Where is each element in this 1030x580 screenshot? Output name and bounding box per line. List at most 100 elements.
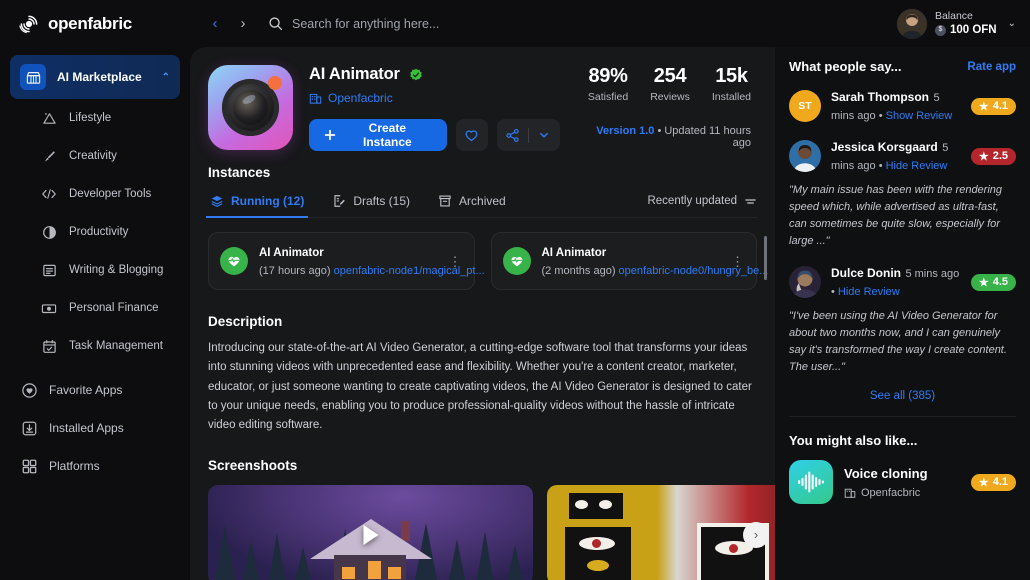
screenshot-thumbnail[interactable] bbox=[547, 485, 775, 580]
sidebar-item-lifestyle[interactable]: Lifestyle bbox=[30, 99, 180, 137]
publisher-link[interactable]: Openfacbric bbox=[309, 91, 560, 105]
stat-satisfied: 89% Satisfied bbox=[588, 65, 628, 103]
avatar bbox=[789, 140, 821, 172]
rating-value: 4.5 bbox=[993, 276, 1008, 288]
rating-value: 4.1 bbox=[993, 476, 1008, 488]
tab-label: Running (12) bbox=[231, 194, 304, 208]
toggle-review-link[interactable]: Hide Review bbox=[838, 286, 900, 298]
publisher-name: Openfacbric bbox=[328, 91, 393, 105]
star-icon: ★ bbox=[979, 276, 989, 289]
reviewer-name: Sarah Thompson bbox=[831, 90, 929, 104]
sidebar-item-productivity[interactable]: Productivity bbox=[30, 213, 180, 251]
tab-running[interactable]: Running (12) bbox=[208, 194, 306, 217]
stat-value: 15k bbox=[712, 65, 751, 88]
avatar: ST bbox=[789, 90, 821, 122]
divider bbox=[789, 416, 1016, 417]
toggle-review-link[interactable]: Hide Review bbox=[886, 160, 948, 172]
updated-text: • Updated 11 hours ago bbox=[654, 125, 751, 149]
balance-widget[interactable]: Balance $ 100 OFN ⌄ bbox=[897, 9, 1030, 39]
see-all-reviews-link[interactable]: See all (385) bbox=[789, 390, 1016, 402]
heart-circle-icon bbox=[20, 381, 38, 399]
reviews-title: What people say... bbox=[789, 59, 901, 74]
toggle-review-link[interactable]: Show Review bbox=[886, 110, 953, 122]
heartbeat-icon bbox=[220, 247, 248, 275]
rating-value: 4.1 bbox=[993, 100, 1008, 112]
forward-arrow-icon[interactable]: › bbox=[234, 15, 252, 33]
rating-value: 2.5 bbox=[993, 150, 1008, 162]
app-name: Voice cloning bbox=[844, 466, 928, 481]
review-meta: Dulce Donin 5 mins ago • Hide Review bbox=[831, 264, 961, 300]
balance-label: Balance bbox=[935, 10, 997, 23]
code-brackets-icon bbox=[40, 185, 58, 203]
window-shape bbox=[388, 567, 401, 579]
sort-label: Recently updated bbox=[647, 195, 737, 207]
instance-card[interactable]: AI Animator (2 months ago) openfabric-no… bbox=[491, 232, 758, 290]
chevron-down-icon bbox=[538, 129, 550, 141]
instance-node-link[interactable]: openfabric-node0/hungry_be... bbox=[619, 265, 769, 277]
tab-archived[interactable]: Archived bbox=[436, 194, 508, 217]
instance-card[interactable]: AI Animator (17 hours ago) openfabric-no… bbox=[208, 232, 475, 290]
sidebar-item-developer-tools[interactable]: Developer Tools bbox=[30, 175, 180, 213]
fingerprint-spiral-icon bbox=[18, 13, 40, 35]
sidebar-item-label: Personal Finance bbox=[69, 302, 159, 314]
instances-scrollbar[interactable] bbox=[764, 236, 767, 280]
paintbrush-icon bbox=[40, 147, 58, 165]
balance-amount: $ 100 OFN bbox=[935, 23, 997, 37]
sort-lines-icon bbox=[744, 195, 757, 208]
stat-label: Satisfied bbox=[588, 91, 628, 103]
clock-half-icon bbox=[40, 223, 58, 241]
rate-app-link[interactable]: Rate app bbox=[967, 61, 1016, 73]
article-icon bbox=[40, 261, 58, 279]
sidebar-item-task-management[interactable]: Task Management bbox=[30, 327, 180, 365]
version-link[interactable]: Version 1.0 bbox=[596, 125, 654, 137]
chevron-up-icon[interactable]: ⌃ bbox=[162, 72, 170, 83]
screenshot-thumbnail[interactable] bbox=[208, 485, 533, 580]
sidebar-item-platforms[interactable]: Platforms bbox=[10, 447, 180, 485]
building-icon bbox=[844, 487, 856, 499]
abstract-body-shape bbox=[565, 527, 631, 580]
sidebar-item-personal-finance[interactable]: Personal Finance bbox=[30, 289, 180, 327]
user-avatar[interactable] bbox=[897, 9, 927, 39]
sidebar-item-installed-apps[interactable]: Installed Apps bbox=[10, 409, 180, 447]
sidebar-item-favorite-apps[interactable]: Favorite Apps bbox=[10, 371, 180, 409]
sort-control[interactable]: Recently updated bbox=[647, 195, 757, 217]
more-options-button[interactable] bbox=[529, 129, 560, 141]
app-root: openfabric ‹ › bbox=[0, 0, 1030, 580]
app-info: AI Animator bbox=[309, 65, 560, 151]
balance-chevron-down-icon[interactable]: ⌄ bbox=[1008, 18, 1016, 29]
kebab-menu-icon[interactable]: ⋮ bbox=[449, 255, 463, 268]
favorite-button[interactable] bbox=[456, 119, 488, 151]
heartbeat-icon bbox=[503, 247, 531, 275]
main-panel: AI Animator bbox=[190, 47, 1030, 580]
tree-shape bbox=[448, 539, 466, 580]
create-instance-button[interactable]: Create Instance bbox=[309, 119, 447, 151]
sidebar-item-ai-marketplace[interactable]: AI Marketplace ⌃ bbox=[10, 55, 180, 99]
history-nav: ‹ › bbox=[206, 15, 252, 33]
back-arrow-icon[interactable]: ‹ bbox=[206, 15, 224, 33]
play-icon[interactable] bbox=[363, 525, 378, 545]
app-icon-camera-lens bbox=[208, 65, 293, 150]
sidebar-item-label: Installed Apps bbox=[49, 421, 124, 435]
avatar bbox=[789, 266, 821, 298]
list-item[interactable]: Voice cloning Openfacbric bbox=[789, 460, 1016, 504]
brand-logo[interactable]: openfabric bbox=[0, 13, 190, 35]
sidebar-item-label: Favorite Apps bbox=[49, 383, 122, 397]
sidebar-item-writing-blogging[interactable]: Writing & Blogging bbox=[30, 251, 180, 289]
top-bar: openfabric ‹ › bbox=[0, 0, 1030, 47]
share-button[interactable] bbox=[497, 128, 528, 143]
abstract-head-shape bbox=[569, 493, 623, 519]
tree-shape bbox=[506, 545, 524, 580]
search-input[interactable] bbox=[292, 17, 592, 31]
eye-shape bbox=[579, 537, 615, 550]
instance-time: (17 hours ago) bbox=[259, 265, 331, 277]
sidebar-item-creativity[interactable]: Creativity bbox=[30, 137, 180, 175]
star-icon: ★ bbox=[979, 100, 989, 113]
instances-tabs: Running (12) Drafts bbox=[208, 194, 757, 218]
tab-drafts[interactable]: Drafts (15) bbox=[330, 194, 412, 217]
ofn-coin-icon: $ bbox=[935, 25, 946, 36]
kebab-menu-icon[interactable]: ⋮ bbox=[731, 255, 745, 268]
chevron-right-icon[interactable]: › bbox=[743, 522, 769, 548]
review-item: Jessica Korsgaard 5 mins ago • Hide Revi… bbox=[789, 138, 1016, 174]
share-dropdown-group[interactable] bbox=[497, 119, 560, 151]
search-bar[interactable] bbox=[252, 16, 897, 31]
